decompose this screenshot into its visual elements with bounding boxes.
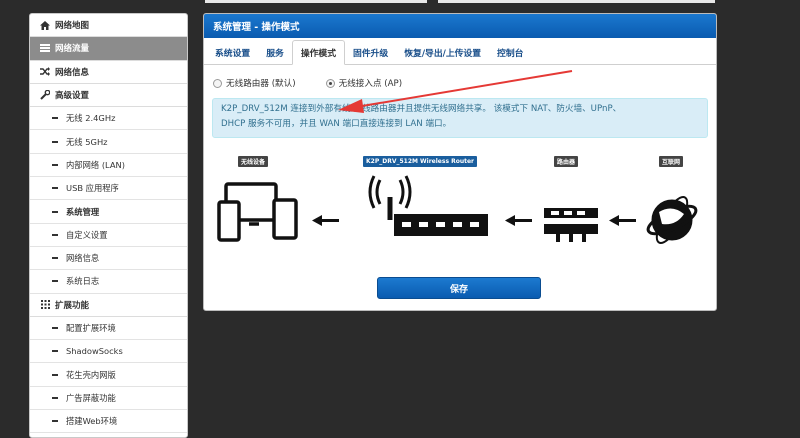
tab-backup-restore[interactable]: 恢复/导出/上传设置 xyxy=(396,40,489,64)
sidebar-subitem-oray[interactable]: 花生壳内网版 xyxy=(30,363,187,387)
sidebar-subitem-label: 广告屏蔽功能 xyxy=(66,392,116,403)
sidebar-item-label: 网络地图 xyxy=(55,21,90,32)
list-icon xyxy=(39,43,51,53)
dash-icon xyxy=(52,257,58,260)
radio-button-selected[interactable] xyxy=(325,78,335,88)
sidebar-subitem-label: 配置扩展环境 xyxy=(66,323,116,333)
sidebar-subitem-netinfo[interactable]: 网络信息 xyxy=(30,247,187,271)
sidebar-subitem-label: 无线 5GHz xyxy=(66,136,108,147)
radio-access-point[interactable]: 无线接入点 (AP) xyxy=(325,77,403,89)
dash-icon xyxy=(52,233,58,236)
sidebar-subitem-lan[interactable]: 内部网络 (LAN) xyxy=(30,154,187,178)
mode-description-line: K2P_DRV_512M 连接到外部有线/无线路由器并且提供无线网络共享。 该模… xyxy=(221,104,622,114)
dash-icon xyxy=(52,350,58,353)
sidebar-subitem-shadowsocks[interactable]: ShadowSocks xyxy=(30,340,187,364)
arrow-left-icon xyxy=(312,215,339,226)
sidebar-subitem-label: ShadowSocks xyxy=(66,346,123,357)
sidebar-item-network-info[interactable]: 网络信息 xyxy=(30,61,187,84)
diagram-graphics xyxy=(217,175,698,244)
sidebar-item-label: 高级设置 xyxy=(55,91,90,102)
sidebar-item-label: 网络流量 xyxy=(55,44,90,55)
devices-icon xyxy=(217,182,298,242)
dash-icon xyxy=(52,117,58,120)
switch-icon xyxy=(544,208,598,242)
sidebar-subitem-usb[interactable]: USB 应用程序 xyxy=(30,177,187,201)
arrow-left-icon xyxy=(505,215,532,226)
sidebar-subitem-web-env[interactable]: 搭建Web环境 xyxy=(30,410,187,434)
grid-icon xyxy=(39,300,51,310)
dash-icon xyxy=(52,187,58,190)
sidebar-subitem-custom[interactable]: 自定义设置 xyxy=(30,224,187,247)
sidebar-subitem-label: 网络信息 xyxy=(66,253,100,264)
shuffle-icon xyxy=(39,67,51,77)
radio-label: 无线接入点 (AP) xyxy=(338,79,403,89)
globe-icon xyxy=(646,196,698,244)
mode-description-line: DHCP 服务不可用，并且 WAN 端口直接连接到 LAN 端口。 xyxy=(221,119,452,129)
panel-title: 系统管理 - 操作模式 xyxy=(204,14,716,38)
sidebar: 网络地图 网络流量 网络信息 高级设置 无线 2.4GHz 无线 5GHz 内部… xyxy=(29,13,188,438)
sidebar-subitem-label: 内部网络 (LAN) xyxy=(66,159,125,170)
sidebar-subitem-label: 花生壳内网版 xyxy=(66,369,116,380)
home-icon xyxy=(39,20,51,30)
sidebar-subitem-label: 自定义设置 xyxy=(66,229,108,240)
sidebar-subitem-wifi-5[interactable]: 无线 5GHz xyxy=(30,130,187,154)
sidebar-item-label: 扩展功能 xyxy=(55,300,90,311)
sidebar-subitem-label: 系统管理 xyxy=(66,206,100,217)
dash-icon xyxy=(52,327,58,329)
tab-services[interactable]: 服务 xyxy=(258,40,292,64)
radio-label: 无线路由器 (默认) xyxy=(226,79,296,89)
radio-button[interactable] xyxy=(213,78,222,88)
tab-console[interactable]: 控制台 xyxy=(489,40,531,64)
tab-bar: 系统设置 服务 操作模式 固件升级 恢复/导出/上传设置 控制台 xyxy=(204,38,716,65)
sidebar-subitem-adblock[interactable]: 广告屏蔽功能 xyxy=(30,387,187,411)
sidebar-subitem-syslog[interactable]: 系统日志 xyxy=(30,270,187,294)
mode-description: K2P_DRV_512M 连接到外部有线/无线路由器并且提供无线网络共享。 该模… xyxy=(212,98,708,138)
sidebar-subitem-label: 搭建Web环境 xyxy=(66,416,118,427)
sidebar-subitem-label: 系统日志 xyxy=(66,276,100,287)
tab-firmware-upgrade[interactable]: 固件升级 xyxy=(345,40,396,64)
top-stub-left xyxy=(205,0,427,3)
sidebar-subitem-system-admin[interactable]: 系统管理 xyxy=(30,200,187,224)
tab-system-settings[interactable]: 系统设置 xyxy=(207,40,258,64)
dash-icon xyxy=(52,163,58,166)
sidebar-item-advanced-settings[interactable]: 高级设置 xyxy=(30,84,187,108)
dash-icon xyxy=(52,140,58,143)
dash-icon xyxy=(52,280,58,283)
router-icon xyxy=(368,175,488,236)
dash-icon xyxy=(52,373,58,376)
sidebar-item-network-traffic[interactable]: 网络流量 xyxy=(30,37,187,61)
wrench-icon xyxy=(39,90,51,100)
dash-icon xyxy=(52,420,58,423)
dash-icon xyxy=(52,210,58,213)
sidebar-subitem-label: USB 应用程序 xyxy=(66,183,119,194)
mode-radio-group: 无线路由器 (默认) 无线接入点 (AP) xyxy=(213,77,402,89)
arrow-left-icon xyxy=(609,215,636,226)
sidebar-subitem-ext-env[interactable]: 配置扩展环境 xyxy=(30,317,187,341)
top-stub-right xyxy=(438,0,715,3)
save-button[interactable]: 保存 xyxy=(377,277,541,299)
radio-wireless-router[interactable]: 无线路由器 (默认) xyxy=(213,77,296,89)
sidebar-item-extensions[interactable]: 扩展功能 xyxy=(30,294,187,317)
sidebar-item-label: 网络信息 xyxy=(55,67,90,78)
dash-icon xyxy=(52,396,58,399)
sidebar-item-network-map[interactable]: 网络地图 xyxy=(30,14,187,38)
sidebar-subitem-label: 无线 2.4GHz xyxy=(66,113,116,124)
tab-operation-mode[interactable]: 操作模式 xyxy=(291,40,346,65)
sidebar-subitem-wifi-24[interactable]: 无线 2.4GHz xyxy=(30,107,187,131)
ap-mode-diagram: 无线设备 K2P_DRV_512M Wireless Router 路由器 互联… xyxy=(214,152,704,244)
operation-mode-panel: 系统管理 - 操作模式 系统设置 服务 操作模式 固件升级 恢复/导出/上传设置… xyxy=(203,13,717,311)
